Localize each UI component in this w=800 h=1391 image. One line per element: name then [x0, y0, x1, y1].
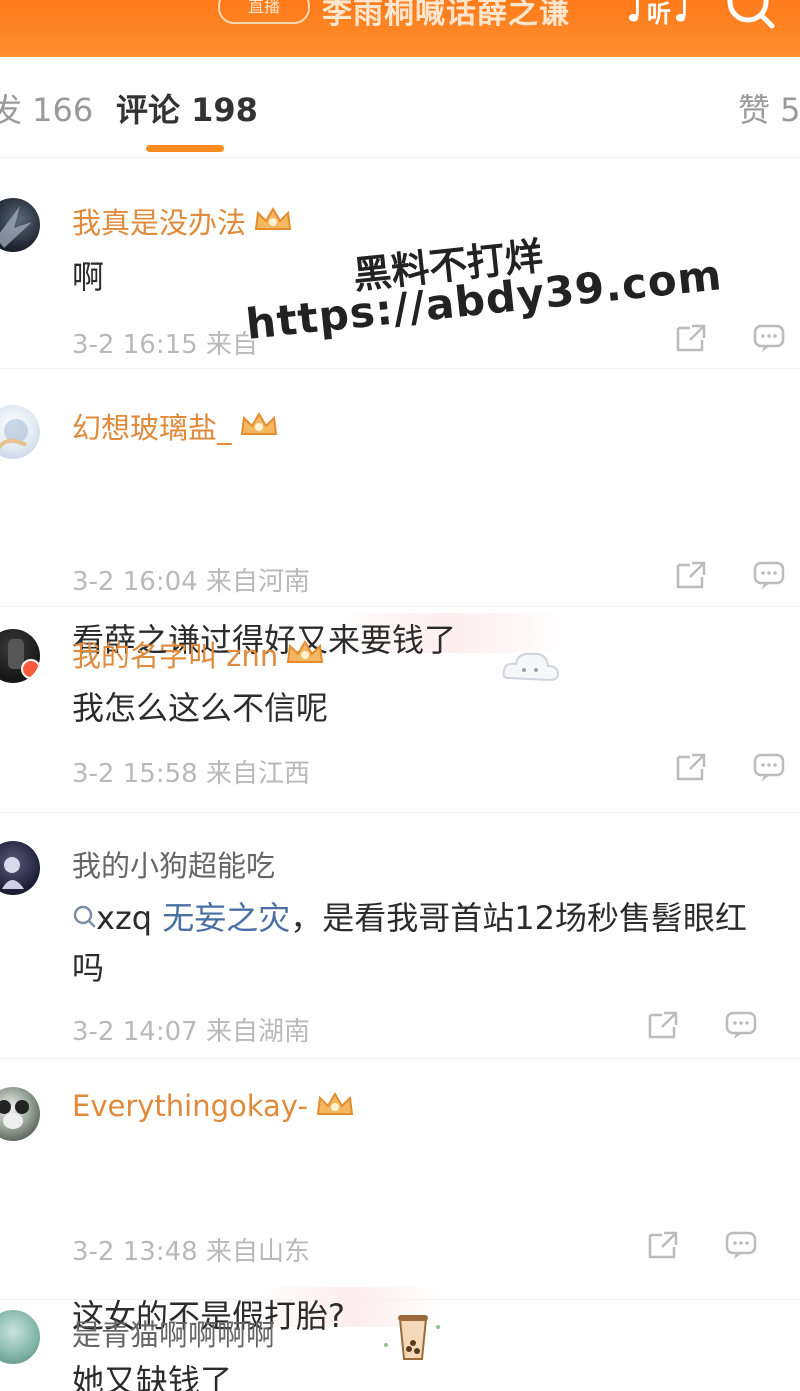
comment-text: 我怎么这么不信呢: [72, 689, 329, 727]
crown-icon: [316, 1092, 354, 1115]
share-icon[interactable]: [646, 1009, 680, 1041]
comment-text-continued: 吗: [72, 949, 105, 987]
comment-meta: 3-2 15:58 来自江西: [72, 759, 310, 789]
tab-likes[interactable]: 赞 5: [738, 85, 800, 131]
live-badge[interactable]: 直播: [218, 0, 310, 24]
active-tab-indicator: [146, 145, 224, 152]
mention-keyword[interactable]: xzq: [96, 899, 152, 937]
comment-text-body: ，是看我哥首站12场秒售髫眼红: [290, 899, 747, 937]
reply-icon[interactable]: [752, 751, 786, 783]
search-icon[interactable]: [722, 0, 778, 34]
list-item: Everythingokay- 这女的不是假打胎? 3-2 13:48 来自山东: [0, 1059, 800, 1360]
share-icon[interactable]: [674, 322, 708, 354]
commenter-name[interactable]: 是青猫啊啊啊啊: [72, 1312, 275, 1354]
reply-icon[interactable]: [752, 559, 786, 591]
crown-icon: [240, 412, 277, 435]
comment-tabs: 发 166 评论 198 赞 5: [0, 57, 800, 158]
avatar[interactable]: [0, 405, 40, 459]
tab-reposts[interactable]: 发 166: [0, 85, 93, 131]
list-item: 我的名字叫 znn 我怎么这么不信呢 3-2 15:58 来自江西: [0, 607, 800, 813]
avatar[interactable]: [0, 1310, 40, 1364]
top-header-bar: 直播 李雨桐喊话薛之谦 听: [0, 0, 800, 57]
music-note-icon: [675, 0, 686, 22]
comment-text: 啊: [72, 258, 105, 296]
topic-title: 李雨桐喊话薛之谦: [322, 0, 570, 31]
avatar[interactable]: [0, 198, 40, 252]
music-note-icon: [628, 0, 639, 22]
comment-text: 她又缺钱了: [72, 1362, 233, 1391]
list-item: 幻想玻璃盐_ 看薛之谦过得好又来要钱了 3-2 16:04 来自河南: [0, 369, 800, 682]
verified-badge-icon: [21, 659, 40, 679]
share-icon[interactable]: [646, 1229, 680, 1261]
commenter-name[interactable]: 我的小狗超能吃: [72, 843, 275, 885]
comment-meta: 3-2 16:15 来自: [72, 330, 258, 360]
reply-icon[interactable]: [752, 322, 786, 354]
crown-icon: [287, 640, 324, 663]
comment-meta: 3-2 14:07 来自湖南: [72, 1017, 310, 1047]
list-item: 我真是没办法 啊 3-2 16:15 来自: [0, 158, 800, 369]
topic-tag-link[interactable]: 无妄之灾: [162, 899, 290, 937]
reply-icon[interactable]: [724, 1009, 758, 1041]
reply-icon[interactable]: [724, 1229, 758, 1261]
commenter-name[interactable]: 我的名字叫 znn: [72, 633, 326, 675]
tab-comments[interactable]: 评论 198: [116, 85, 258, 131]
share-icon[interactable]: [674, 559, 708, 591]
commenter-name[interactable]: Everythingokay-: [72, 1089, 356, 1123]
comment-meta: 3-2 13:48 来自山东: [72, 1237, 310, 1267]
comment-text: xzq 无妄之灾，是看我哥首站12场秒售髫眼红 吗: [72, 893, 800, 993]
listen-button[interactable]: 听: [626, 0, 692, 28]
share-icon[interactable]: [674, 751, 708, 783]
avatar[interactable]: [0, 841, 40, 895]
listen-label: 听: [647, 0, 671, 28]
avatar[interactable]: [0, 1087, 40, 1141]
list-item: 是青猫啊啊啊啊 她又缺钱了: [0, 1300, 800, 1391]
list-item: 我的小狗超能吃 xzq 无妄之灾，是看我哥首站12场秒售髫眼红 吗 3-2 14…: [0, 813, 800, 1059]
search-icon: [73, 905, 96, 928]
commenter-name[interactable]: 我真是没办法: [72, 200, 294, 242]
avatar[interactable]: [0, 629, 40, 683]
commenter-name[interactable]: 幻想玻璃盐_: [72, 405, 280, 447]
comment-meta: 3-2 16:04 来自河南: [72, 567, 310, 597]
crown-icon: [254, 207, 292, 230]
